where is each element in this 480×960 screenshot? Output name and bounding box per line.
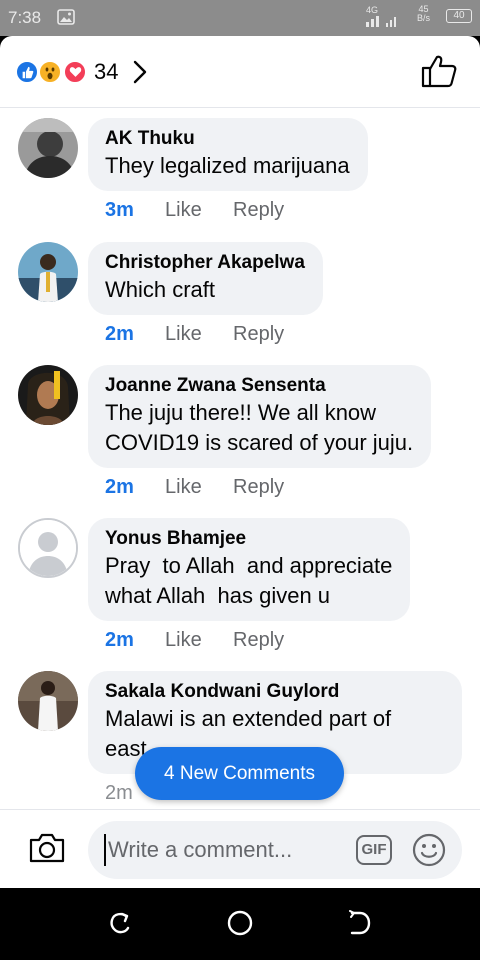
comment-time[interactable]: 2m	[105, 629, 134, 652]
comment-like-button[interactable]: Like	[165, 323, 202, 346]
comment-time[interactable]: 2m	[105, 323, 134, 346]
comment-text-line: COVID19 is scared of your juju.	[105, 430, 414, 455]
avatar[interactable]	[18, 365, 78, 425]
camera-icon[interactable]	[28, 832, 66, 869]
battery-level: 40	[453, 10, 465, 21]
new-comments-button[interactable]: 4 New Comments	[135, 747, 344, 800]
like-reaction-icon	[15, 60, 39, 84]
network-speed: 45 B/s	[417, 5, 430, 23]
comment-reply-button[interactable]: Reply	[233, 323, 284, 346]
like-post-icon[interactable]	[421, 54, 457, 93]
network-type: 4G	[366, 5, 379, 15]
comment-item: AK Thuku They legalized marijuana 3m Lik…	[0, 118, 480, 228]
comment-item: Christopher Akapelwa Which craft 2m Like…	[0, 242, 480, 352]
speed-unit: B/s	[417, 13, 431, 23]
comment-like-button[interactable]: Like	[165, 199, 202, 222]
status-bar: 7:38 4G 45 B/s 40	[0, 0, 480, 36]
love-reaction-icon	[63, 60, 87, 84]
comment-item: Yonus Bhamjee Pray to Allah and apprecia…	[0, 518, 480, 658]
comment-reply-button[interactable]: Reply	[233, 629, 284, 652]
comment-time[interactable]: 3m	[105, 199, 134, 222]
comment-bubble[interactable]: Christopher Akapelwa Which craft	[88, 242, 323, 315]
comment-text-line: what Allah has given u	[105, 583, 331, 608]
reactions-header[interactable]: 34	[0, 36, 480, 108]
emoji-icon[interactable]	[412, 833, 446, 872]
comment-input[interactable]	[104, 834, 354, 866]
comment-author[interactable]: Joanne Zwana Sensenta	[105, 374, 413, 398]
comment-bubble[interactable]: Joanne Zwana Sensenta The juju there!! W…	[88, 365, 432, 468]
signal-icon: 4G	[366, 6, 408, 29]
comment-like-button[interactable]: Like	[165, 629, 202, 652]
home-icon[interactable]	[227, 910, 253, 941]
comment-list: AK Thuku They legalized marijuana 3m Lik…	[0, 109, 480, 809]
comments-sheet: 34 AK Thuku They legalized marijuana 3m …	[0, 36, 480, 888]
comment-text: They legalized marijuana	[105, 153, 350, 178]
chevron-right-icon[interactable]	[132, 59, 148, 90]
default-avatar-icon[interactable]	[18, 518, 78, 578]
back-icon[interactable]	[348, 910, 372, 941]
comment-author[interactable]: Christopher Akapelwa	[105, 251, 305, 275]
reaction-count: 34	[94, 59, 119, 84]
comment-author[interactable]: Sakala Kondwani Guylord	[105, 680, 444, 704]
avatar[interactable]	[18, 671, 78, 731]
gif-button[interactable]: GIF	[356, 835, 392, 865]
comment-bubble[interactable]: Yonus Bhamjee Pray to Allah and apprecia…	[88, 518, 411, 621]
comment-author[interactable]: AK Thuku	[105, 127, 350, 151]
comment-reply-button[interactable]: Reply	[233, 476, 284, 499]
avatar[interactable]	[18, 242, 78, 302]
recent-apps-icon[interactable]	[108, 910, 132, 943]
battery-icon: 40	[446, 9, 472, 23]
comment-time[interactable]: 2m	[105, 782, 133, 805]
comment-reply-button[interactable]: Reply	[233, 199, 284, 222]
comment-box[interactable]: GIF	[88, 821, 462, 879]
comment-author[interactable]: Yonus Bhamjee	[105, 527, 392, 551]
comment-text-line: Malawi is an extended part of	[105, 706, 392, 731]
comment-composer: GIF	[0, 809, 480, 888]
avatar[interactable]	[18, 118, 78, 178]
system-nav-bar	[0, 888, 480, 960]
comment-like-button[interactable]: Like	[165, 476, 202, 499]
comment-item: Joanne Zwana Sensenta The juju there!! W…	[0, 365, 480, 505]
status-time: 7:38	[8, 8, 42, 27]
gallery-icon	[57, 9, 75, 30]
comment-bubble[interactable]: AK Thuku They legalized marijuana	[88, 118, 368, 191]
comment-time[interactable]: 2m	[105, 476, 134, 499]
comment-text-line: The juju there!! We all know	[105, 400, 377, 425]
wow-reaction-icon	[38, 60, 62, 84]
comment-text-line: Pray to Allah and appreciate	[105, 553, 393, 578]
comment-text: Which craft	[105, 277, 216, 302]
